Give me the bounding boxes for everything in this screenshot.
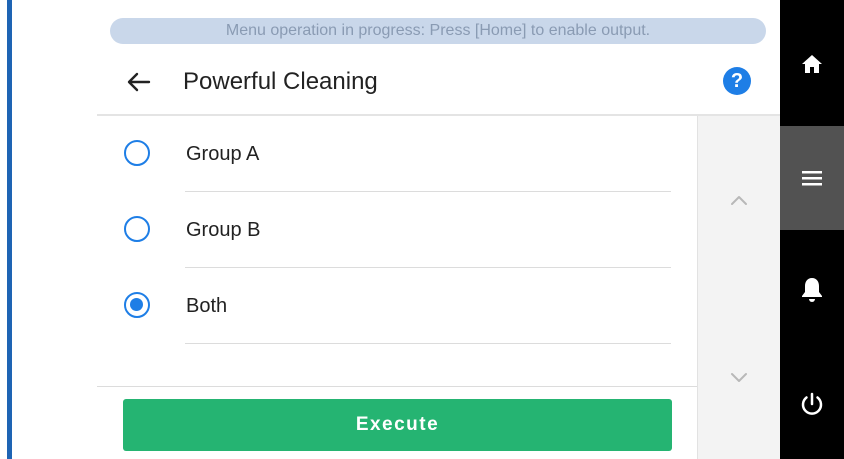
power-icon bbox=[801, 392, 823, 415]
option-divider bbox=[185, 343, 671, 344]
sidebar-item-power[interactable] bbox=[780, 352, 844, 456]
page-title: Powerful Cleaning bbox=[183, 68, 378, 95]
option-label: Group A bbox=[186, 143, 260, 165]
footer-divider bbox=[97, 386, 697, 387]
home-icon bbox=[802, 55, 822, 73]
chevron-down-icon bbox=[731, 373, 747, 382]
option-group-b[interactable]: Group B bbox=[97, 192, 697, 268]
option-label: Both bbox=[186, 295, 228, 317]
header: Powerful Cleaning ? bbox=[97, 50, 780, 114]
execute-button[interactable]: Execute bbox=[123, 399, 672, 451]
sidebar-item-menu[interactable] bbox=[780, 126, 844, 230]
sidebar bbox=[780, 0, 844, 459]
bell-icon bbox=[802, 278, 822, 302]
help-icon[interactable]: ? bbox=[723, 67, 751, 95]
chevron-up-icon bbox=[731, 196, 747, 205]
scroll-down-button[interactable] bbox=[722, 360, 756, 394]
arrow-left-icon bbox=[127, 72, 151, 92]
radio-button[interactable] bbox=[124, 216, 150, 242]
radio-button-selected[interactable] bbox=[124, 292, 150, 318]
scroll-up-button[interactable] bbox=[722, 184, 756, 218]
sidebar-item-notifications[interactable] bbox=[780, 238, 844, 342]
scroll-panel bbox=[697, 116, 781, 459]
status-banner: Menu operation in progress: Press [Home]… bbox=[110, 18, 766, 44]
option-both[interactable]: Both bbox=[97, 268, 697, 344]
back-button[interactable] bbox=[123, 66, 155, 98]
option-list: Group A Group B Both bbox=[97, 116, 697, 386]
menu-icon bbox=[802, 171, 822, 186]
sidebar-item-home[interactable] bbox=[780, 12, 844, 116]
option-group-a[interactable]: Group A bbox=[97, 116, 697, 192]
radio-button[interactable] bbox=[124, 140, 150, 166]
option-label: Group B bbox=[186, 219, 261, 241]
left-accent-bar bbox=[7, 0, 12, 459]
